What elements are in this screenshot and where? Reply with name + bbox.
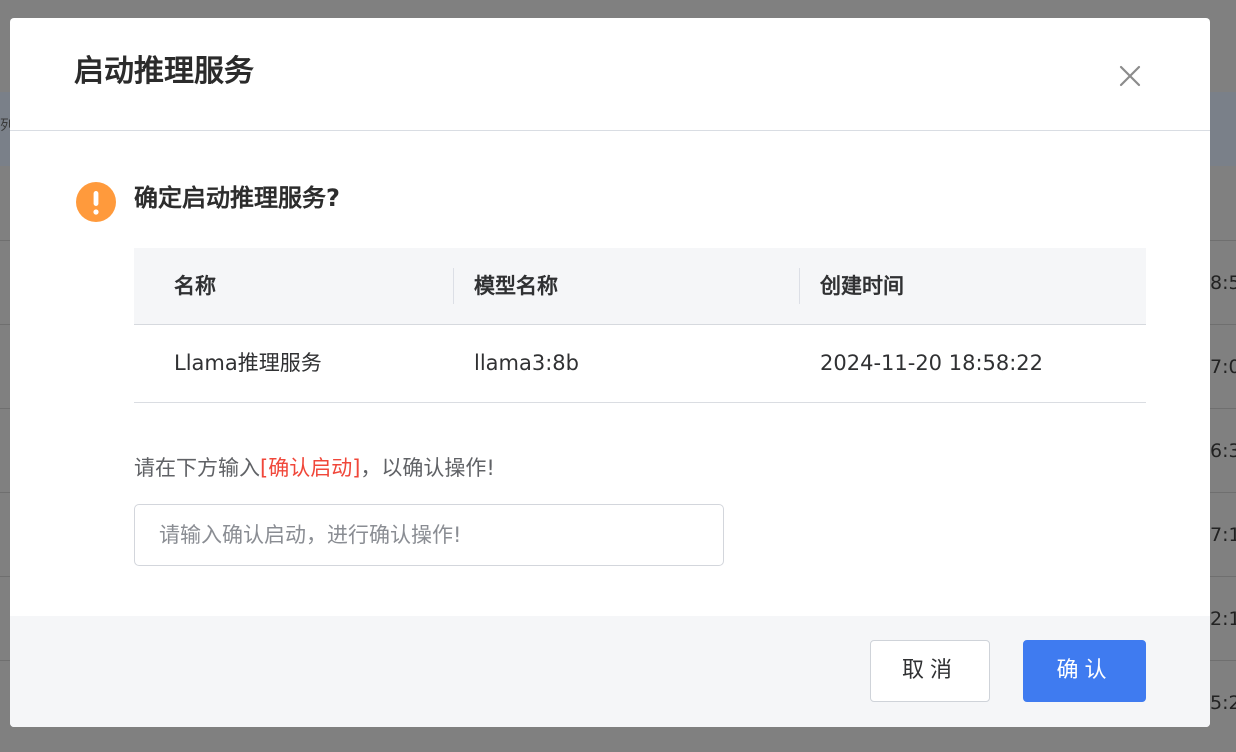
dialog-footer: 取消 确认 bbox=[10, 616, 1210, 727]
background-left-fragment: 列 bbox=[0, 118, 10, 134]
hint-suffix: ，以确认操作! bbox=[360, 456, 495, 480]
hint-prefix: 请在下方输入 bbox=[134, 456, 260, 480]
background-time-cell: 8:5 bbox=[1210, 272, 1236, 294]
cancel-button[interactable]: 取消 bbox=[870, 640, 990, 702]
background-time-cell: 5:2 bbox=[1210, 692, 1236, 714]
confirm-button[interactable]: 确认 bbox=[1023, 640, 1146, 702]
table-header: 名称 模型名称 创建时间 bbox=[134, 248, 1146, 325]
dialog-title: 启动推理服务 bbox=[74, 54, 254, 89]
cell-model-name: llama3:8b bbox=[474, 351, 579, 375]
confirm-hint: 请在下方输入[确认启动]，以确认操作! bbox=[134, 452, 495, 484]
column-header-created: 创建时间 bbox=[820, 274, 904, 298]
background-time-cell: 7:0 bbox=[1210, 356, 1236, 378]
background-time-cell: 6:3 bbox=[1210, 440, 1236, 462]
close-icon bbox=[1119, 65, 1141, 87]
dialog-header: 启动推理服务 bbox=[10, 18, 1210, 131]
background-time-cell: 7:1 bbox=[1210, 524, 1236, 546]
column-divider bbox=[453, 268, 454, 304]
column-header-name: 名称 bbox=[174, 274, 216, 298]
table-row: Llama推理服务 llama3:8b 2024-11-20 18:58:22 bbox=[134, 325, 1146, 403]
cell-created-time: 2024-11-20 18:58:22 bbox=[820, 351, 1044, 375]
background-time-cell: 2:1 bbox=[1210, 608, 1236, 630]
confirm-text-input[interactable] bbox=[134, 504, 724, 566]
cell-service-name: Llama推理服务 bbox=[174, 351, 322, 375]
start-inference-dialog: 启动推理服务 确定启动推理服务? 名称 模型名称 创建时间 Llama推理服务 … bbox=[10, 18, 1210, 727]
column-header-model: 模型名称 bbox=[474, 274, 558, 298]
close-button[interactable] bbox=[1116, 62, 1144, 90]
service-table: 名称 模型名称 创建时间 Llama推理服务 llama3:8b 2024-11… bbox=[134, 248, 1146, 403]
hint-keyword: [确认启动] bbox=[260, 456, 361, 480]
exclamation-circle-icon bbox=[76, 182, 116, 222]
confirm-question: 确定启动推理服务? bbox=[134, 184, 340, 212]
column-divider bbox=[799, 268, 800, 304]
